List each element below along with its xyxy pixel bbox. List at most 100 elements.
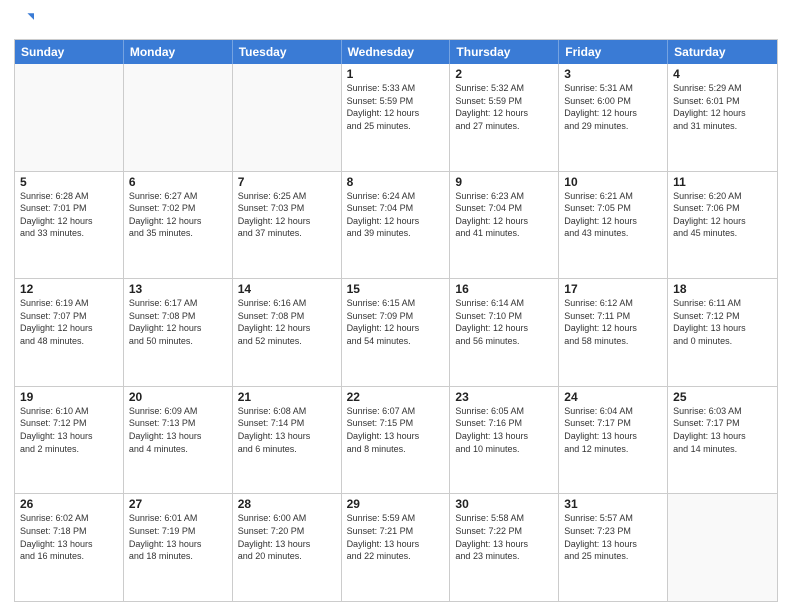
day-info: Sunrise: 6:25 AM Sunset: 7:03 PM Dayligh… [238, 190, 336, 240]
logo [14, 10, 34, 33]
day-number: 3 [564, 67, 662, 81]
day-cell: 16Sunrise: 6:14 AM Sunset: 7:10 PM Dayli… [450, 279, 559, 386]
day-cell: 19Sunrise: 6:10 AM Sunset: 7:12 PM Dayli… [15, 387, 124, 494]
day-number: 12 [20, 282, 118, 296]
day-number: 1 [347, 67, 445, 81]
day-cell: 23Sunrise: 6:05 AM Sunset: 7:16 PM Dayli… [450, 387, 559, 494]
day-number: 9 [455, 175, 553, 189]
day-number: 26 [20, 497, 118, 511]
day-cell: 4Sunrise: 5:29 AM Sunset: 6:01 PM Daylig… [668, 64, 777, 171]
day-info: Sunrise: 6:08 AM Sunset: 7:14 PM Dayligh… [238, 405, 336, 455]
day-cell: 21Sunrise: 6:08 AM Sunset: 7:14 PM Dayli… [233, 387, 342, 494]
day-number: 29 [347, 497, 445, 511]
day-number: 28 [238, 497, 336, 511]
day-cell: 7Sunrise: 6:25 AM Sunset: 7:03 PM Daylig… [233, 172, 342, 279]
day-cell: 6Sunrise: 6:27 AM Sunset: 7:02 PM Daylig… [124, 172, 233, 279]
day-number: 14 [238, 282, 336, 296]
day-info: Sunrise: 5:57 AM Sunset: 7:23 PM Dayligh… [564, 512, 662, 562]
day-cell: 3Sunrise: 5:31 AM Sunset: 6:00 PM Daylig… [559, 64, 668, 171]
day-info: Sunrise: 6:12 AM Sunset: 7:11 PM Dayligh… [564, 297, 662, 347]
day-number: 18 [673, 282, 772, 296]
day-header-sunday: Sunday [15, 40, 124, 64]
day-header-friday: Friday [559, 40, 668, 64]
day-number: 21 [238, 390, 336, 404]
day-cell: 27Sunrise: 6:01 AM Sunset: 7:19 PM Dayli… [124, 494, 233, 601]
day-info: Sunrise: 6:01 AM Sunset: 7:19 PM Dayligh… [129, 512, 227, 562]
day-cell: 13Sunrise: 6:17 AM Sunset: 7:08 PM Dayli… [124, 279, 233, 386]
day-number: 22 [347, 390, 445, 404]
day-number: 13 [129, 282, 227, 296]
week-row-5: 26Sunrise: 6:02 AM Sunset: 7:18 PM Dayli… [15, 493, 777, 601]
day-cell: 14Sunrise: 6:16 AM Sunset: 7:08 PM Dayli… [233, 279, 342, 386]
day-number: 27 [129, 497, 227, 511]
day-cell: 17Sunrise: 6:12 AM Sunset: 7:11 PM Dayli… [559, 279, 668, 386]
day-cell [233, 64, 342, 171]
day-cell: 12Sunrise: 6:19 AM Sunset: 7:07 PM Dayli… [15, 279, 124, 386]
day-cell: 18Sunrise: 6:11 AM Sunset: 7:12 PM Dayli… [668, 279, 777, 386]
day-info: Sunrise: 6:28 AM Sunset: 7:01 PM Dayligh… [20, 190, 118, 240]
day-number: 10 [564, 175, 662, 189]
day-info: Sunrise: 6:24 AM Sunset: 7:04 PM Dayligh… [347, 190, 445, 240]
day-info: Sunrise: 6:03 AM Sunset: 7:17 PM Dayligh… [673, 405, 772, 455]
day-info: Sunrise: 5:58 AM Sunset: 7:22 PM Dayligh… [455, 512, 553, 562]
day-info: Sunrise: 6:23 AM Sunset: 7:04 PM Dayligh… [455, 190, 553, 240]
day-cell: 8Sunrise: 6:24 AM Sunset: 7:04 PM Daylig… [342, 172, 451, 279]
day-info: Sunrise: 5:59 AM Sunset: 7:21 PM Dayligh… [347, 512, 445, 562]
day-info: Sunrise: 6:14 AM Sunset: 7:10 PM Dayligh… [455, 297, 553, 347]
day-info: Sunrise: 6:20 AM Sunset: 7:06 PM Dayligh… [673, 190, 772, 240]
day-info: Sunrise: 5:29 AM Sunset: 6:01 PM Dayligh… [673, 82, 772, 132]
day-cell: 5Sunrise: 6:28 AM Sunset: 7:01 PM Daylig… [15, 172, 124, 279]
day-info: Sunrise: 6:17 AM Sunset: 7:08 PM Dayligh… [129, 297, 227, 347]
day-cell [15, 64, 124, 171]
day-cell: 29Sunrise: 5:59 AM Sunset: 7:21 PM Dayli… [342, 494, 451, 601]
day-cell: 25Sunrise: 6:03 AM Sunset: 7:17 PM Dayli… [668, 387, 777, 494]
day-number: 19 [20, 390, 118, 404]
week-row-2: 5Sunrise: 6:28 AM Sunset: 7:01 PM Daylig… [15, 171, 777, 279]
day-header-tuesday: Tuesday [233, 40, 342, 64]
day-info: Sunrise: 6:15 AM Sunset: 7:09 PM Dayligh… [347, 297, 445, 347]
week-row-4: 19Sunrise: 6:10 AM Sunset: 7:12 PM Dayli… [15, 386, 777, 494]
day-info: Sunrise: 6:07 AM Sunset: 7:15 PM Dayligh… [347, 405, 445, 455]
day-header-saturday: Saturday [668, 40, 777, 64]
day-cell: 1Sunrise: 5:33 AM Sunset: 5:59 PM Daylig… [342, 64, 451, 171]
day-cell: 2Sunrise: 5:32 AM Sunset: 5:59 PM Daylig… [450, 64, 559, 171]
day-number: 5 [20, 175, 118, 189]
day-info: Sunrise: 6:10 AM Sunset: 7:12 PM Dayligh… [20, 405, 118, 455]
day-number: 4 [673, 67, 772, 81]
day-number: 20 [129, 390, 227, 404]
day-number: 6 [129, 175, 227, 189]
day-cell: 9Sunrise: 6:23 AM Sunset: 7:04 PM Daylig… [450, 172, 559, 279]
day-info: Sunrise: 6:11 AM Sunset: 7:12 PM Dayligh… [673, 297, 772, 347]
day-cell: 20Sunrise: 6:09 AM Sunset: 7:13 PM Dayli… [124, 387, 233, 494]
week-row-1: 1Sunrise: 5:33 AM Sunset: 5:59 PM Daylig… [15, 64, 777, 171]
day-header-wednesday: Wednesday [342, 40, 451, 64]
day-number: 25 [673, 390, 772, 404]
header [14, 10, 778, 33]
day-cell: 30Sunrise: 5:58 AM Sunset: 7:22 PM Dayli… [450, 494, 559, 601]
day-cell: 15Sunrise: 6:15 AM Sunset: 7:09 PM Dayli… [342, 279, 451, 386]
day-header-monday: Monday [124, 40, 233, 64]
day-headers: SundayMondayTuesdayWednesdayThursdayFrid… [15, 40, 777, 64]
day-info: Sunrise: 6:02 AM Sunset: 7:18 PM Dayligh… [20, 512, 118, 562]
day-cell [124, 64, 233, 171]
day-info: Sunrise: 6:05 AM Sunset: 7:16 PM Dayligh… [455, 405, 553, 455]
day-info: Sunrise: 6:27 AM Sunset: 7:02 PM Dayligh… [129, 190, 227, 240]
day-number: 7 [238, 175, 336, 189]
day-number: 31 [564, 497, 662, 511]
day-info: Sunrise: 6:04 AM Sunset: 7:17 PM Dayligh… [564, 405, 662, 455]
day-number: 15 [347, 282, 445, 296]
day-info: Sunrise: 5:33 AM Sunset: 5:59 PM Dayligh… [347, 82, 445, 132]
day-cell: 28Sunrise: 6:00 AM Sunset: 7:20 PM Dayli… [233, 494, 342, 601]
day-cell: 10Sunrise: 6:21 AM Sunset: 7:05 PM Dayli… [559, 172, 668, 279]
day-number: 8 [347, 175, 445, 189]
day-info: Sunrise: 6:00 AM Sunset: 7:20 PM Dayligh… [238, 512, 336, 562]
day-cell: 31Sunrise: 5:57 AM Sunset: 7:23 PM Dayli… [559, 494, 668, 601]
logo-icon [16, 10, 34, 28]
day-cell: 22Sunrise: 6:07 AM Sunset: 7:15 PM Dayli… [342, 387, 451, 494]
day-number: 24 [564, 390, 662, 404]
day-number: 16 [455, 282, 553, 296]
day-number: 17 [564, 282, 662, 296]
day-number: 23 [455, 390, 553, 404]
day-info: Sunrise: 6:09 AM Sunset: 7:13 PM Dayligh… [129, 405, 227, 455]
day-info: Sunrise: 6:21 AM Sunset: 7:05 PM Dayligh… [564, 190, 662, 240]
